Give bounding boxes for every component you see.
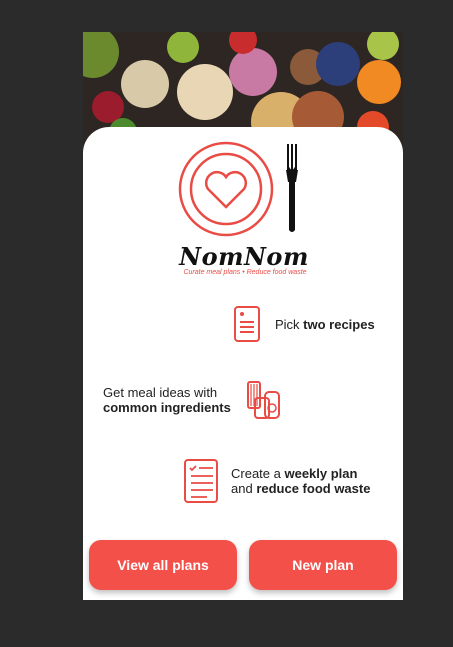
app-screen: NomNom Curate meal plans • Reduce food w… (83, 32, 403, 600)
brand-name: NomNom (179, 242, 309, 271)
feature-pick-recipes: Pick two recipes (233, 305, 375, 343)
feature-common-ingredients: Get meal ideas with common ingredients (103, 380, 283, 420)
recipe-card-icon (234, 306, 260, 342)
ingredients-jars-icon (246, 381, 280, 419)
checklist-icon (184, 459, 218, 503)
brand-tagline: Curate meal plans • Reduce food waste (183, 269, 307, 276)
new-plan-button[interactable]: New plan (249, 540, 397, 590)
feature-weekly-plan: Create a weekly plan and reduce food was… (183, 458, 370, 504)
feature-text: Get meal ideas with common ingredients (103, 385, 231, 415)
feature-text: Pick two recipes (275, 316, 375, 332)
view-all-plans-button[interactable]: View all plans (89, 540, 237, 590)
feature-text: Create a weekly plan and reduce food was… (231, 466, 371, 496)
